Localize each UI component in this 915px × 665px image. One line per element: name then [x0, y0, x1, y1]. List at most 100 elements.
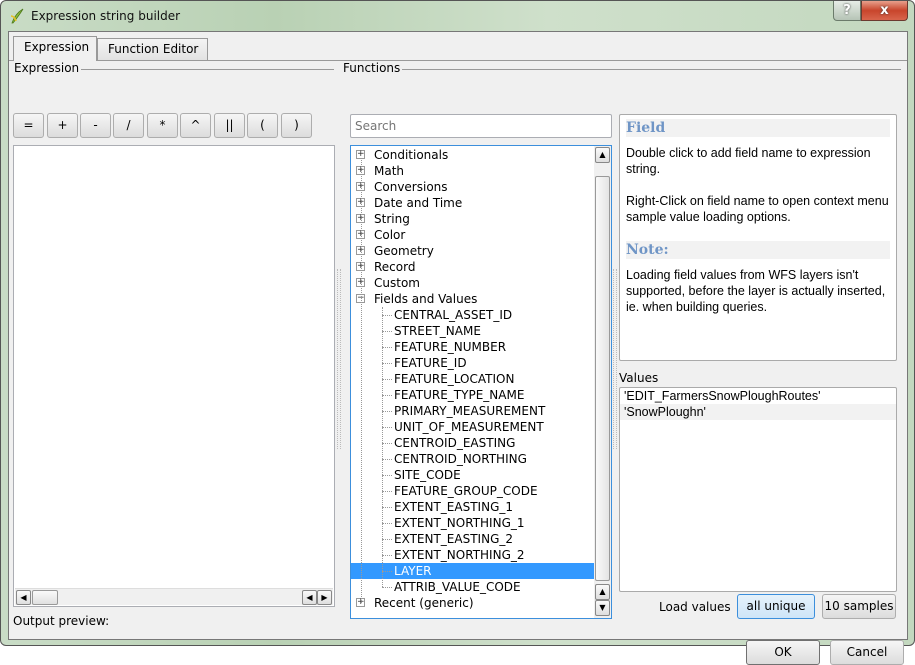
tree-group-item[interactable]: + Color	[351, 227, 594, 243]
tree-group-item[interactable]: + Conditionals	[351, 147, 594, 163]
operator-equals-button[interactable]: =	[13, 113, 44, 138]
tree-connector	[382, 587, 392, 588]
operator-plus-button[interactable]: +	[47, 113, 78, 138]
tree-field-item[interactable]: UNIT_OF_MEASUREMENT	[351, 419, 594, 435]
tree-item-label: FEATURE_ID	[394, 356, 467, 370]
tree-group-item[interactable]: + Conversions	[351, 179, 594, 195]
scroll-right-icon[interactable]: ▶	[317, 590, 332, 605]
tree-field-item[interactable]: STREET_NAME	[351, 323, 594, 339]
help-title: Field	[626, 119, 890, 137]
operator-power-button[interactable]: ^	[180, 113, 211, 138]
help-panel: Field Double click to add field name to …	[619, 114, 897, 361]
function-search-input[interactable]	[350, 114, 612, 138]
tree-field-item[interactable]: FEATURE_TYPE_NAME	[351, 387, 594, 403]
tree-item-label: Recent (generic)	[374, 596, 474, 610]
title-bar: Expression string builder ? x	[1, 1, 914, 31]
tree-vertical-scrollbar[interactable]: ▲ ▲ ▼	[594, 146, 611, 618]
tree-item-label: CENTRAL_ASSET_ID	[394, 308, 513, 322]
tree-item-label: Date and Time	[374, 196, 463, 210]
operator-open-paren-button[interactable]: (	[247, 113, 278, 138]
tree-field-item[interactable]: FEATURE_ID	[351, 355, 594, 371]
tree-item-label: EXTENT_EASTING_2	[394, 532, 513, 546]
tree-field-item[interactable]: FEATURE_GROUP_CODE	[351, 483, 594, 499]
tree-field-item[interactable]: EXTENT_EASTING_2	[351, 531, 594, 547]
tree-field-item[interactable]: CENTROID_NORTHING	[351, 451, 594, 467]
close-button[interactable]: x	[861, 1, 908, 21]
tree-field-item[interactable]: SITE_CODE	[351, 467, 594, 483]
expression-editor[interactable]: ◀ ◀ ▶	[13, 145, 335, 607]
scroll-up-icon[interactable]: ▲	[595, 584, 610, 600]
tree-item-label: PRIMARY_MEASUREMENT	[394, 404, 546, 418]
tree-connector	[382, 539, 392, 540]
tree-group-item[interactable]: − Fields and Values	[351, 291, 594, 307]
scroll-left-icon[interactable]: ◀	[16, 590, 31, 605]
tree-field-item[interactable]: FEATURE_NUMBER	[351, 339, 594, 355]
tree-group-item[interactable]: + Custom	[351, 275, 594, 291]
tree-item-label: String	[374, 212, 410, 226]
functions-group-divider	[401, 69, 901, 70]
expression-horizontal-scrollbar[interactable]: ◀ ◀ ▶	[15, 588, 333, 605]
scroll-up-icon[interactable]: ▲	[595, 147, 610, 163]
operator-concat-button[interactable]: ||	[214, 113, 245, 138]
output-preview-label: Output preview:	[13, 614, 110, 628]
tree-group-item[interactable]: + Record	[351, 259, 594, 275]
tree-connector	[382, 307, 383, 587]
tree-field-item[interactable]: EXTENT_NORTHING_2	[351, 547, 594, 563]
tree-item-label: CENTROID_NORTHING	[394, 452, 527, 466]
splitter-handle[interactable]	[337, 269, 341, 449]
expression-group-label: Expression	[14, 61, 82, 75]
value-item[interactable]: 'SnowPloughn'	[620, 404, 896, 420]
tree-group-item[interactable]: + String	[351, 211, 594, 227]
help-paragraph: Double click to add field name to expres…	[626, 146, 871, 176]
ten-samples-button[interactable]: 10 samples	[822, 594, 896, 619]
function-tree[interactable]: ▲ ▲ ▼ + Conditionals + Math + Conversions + Dat…	[350, 145, 612, 619]
help-note-text: Loading field values from WFS layers isn…	[626, 268, 886, 314]
tree-item-label: SITE_CODE	[394, 468, 461, 482]
tree-field-item[interactable]: CENTRAL_ASSET_ID	[351, 307, 594, 323]
values-list[interactable]: 'EDIT_FarmersSnowPloughRoutes' 'SnowPlou…	[619, 387, 897, 592]
scroll-down-icon[interactable]: ▼	[595, 600, 610, 616]
tab-expression[interactable]: Expression	[13, 36, 97, 61]
tree-field-item[interactable]: EXTENT_NORTHING_1	[351, 515, 594, 531]
help-paragraph: Right-Click on field name to open contex…	[626, 194, 889, 224]
operator-multiply-button[interactable]: *	[147, 113, 178, 138]
dialog-body: Expression Function Editor Expression = …	[8, 31, 908, 665]
tree-field-item[interactable]: FEATURE_LOCATION	[351, 371, 594, 387]
tree-group-item[interactable]: + Math	[351, 163, 594, 179]
tree-item-label: FEATURE_GROUP_CODE	[394, 484, 538, 498]
tree-field-item[interactable]: PRIMARY_MEASUREMENT	[351, 403, 594, 419]
qgis-icon	[10, 8, 24, 24]
operator-close-paren-button[interactable]: )	[281, 113, 312, 138]
help-note-title: Note:	[626, 241, 890, 259]
scroll-thumb[interactable]	[32, 590, 58, 605]
tree-item-label: Record	[374, 260, 416, 274]
scroll-left-icon[interactable]: ◀	[302, 590, 317, 605]
tree-field-item[interactable]: ATTRIB_VALUE_CODE	[351, 579, 594, 595]
tree-item-label: UNIT_OF_MEASUREMENT	[394, 420, 544, 434]
scroll-thumb[interactable]	[595, 176, 610, 581]
tree-field-item[interactable]: CENTROID_EASTING	[351, 435, 594, 451]
tree-field-item[interactable]: LAYER	[351, 563, 594, 579]
cancel-button[interactable]: Cancel	[830, 640, 904, 665]
ok-button[interactable]: OK	[746, 640, 820, 665]
all-unique-button[interactable]: all unique	[737, 594, 815, 619]
operator-divide-button[interactable]: /	[113, 113, 144, 138]
tree-field-item[interactable]: EXTENT_EASTING_1	[351, 499, 594, 515]
tree-connector	[382, 459, 392, 460]
value-item[interactable]: 'EDIT_FarmersSnowPloughRoutes'	[620, 388, 896, 404]
tree-item-label: FEATURE_NUMBER	[394, 340, 507, 354]
tree-connector	[382, 315, 392, 316]
tree-item-label: Conversions	[374, 180, 448, 194]
tree-item-label: LAYER	[394, 564, 432, 578]
tree-item-label: EXTENT_EASTING_1	[394, 500, 513, 514]
tree-group-item[interactable]: + Geometry	[351, 243, 594, 259]
splitter-handle[interactable]	[613, 269, 617, 449]
tab-function-editor[interactable]: Function Editor	[97, 38, 208, 60]
help-button[interactable]: ?	[833, 1, 861, 21]
tree-item-label: Geometry	[374, 244, 434, 258]
tree-group-item[interactable]: + Date and Time	[351, 195, 594, 211]
tree-group-item[interactable]: + Recent (generic)	[351, 595, 594, 611]
operator-minus-button[interactable]: -	[80, 113, 111, 138]
tree-item-label: Conditionals	[374, 148, 449, 162]
expression-group-divider	[69, 69, 334, 70]
